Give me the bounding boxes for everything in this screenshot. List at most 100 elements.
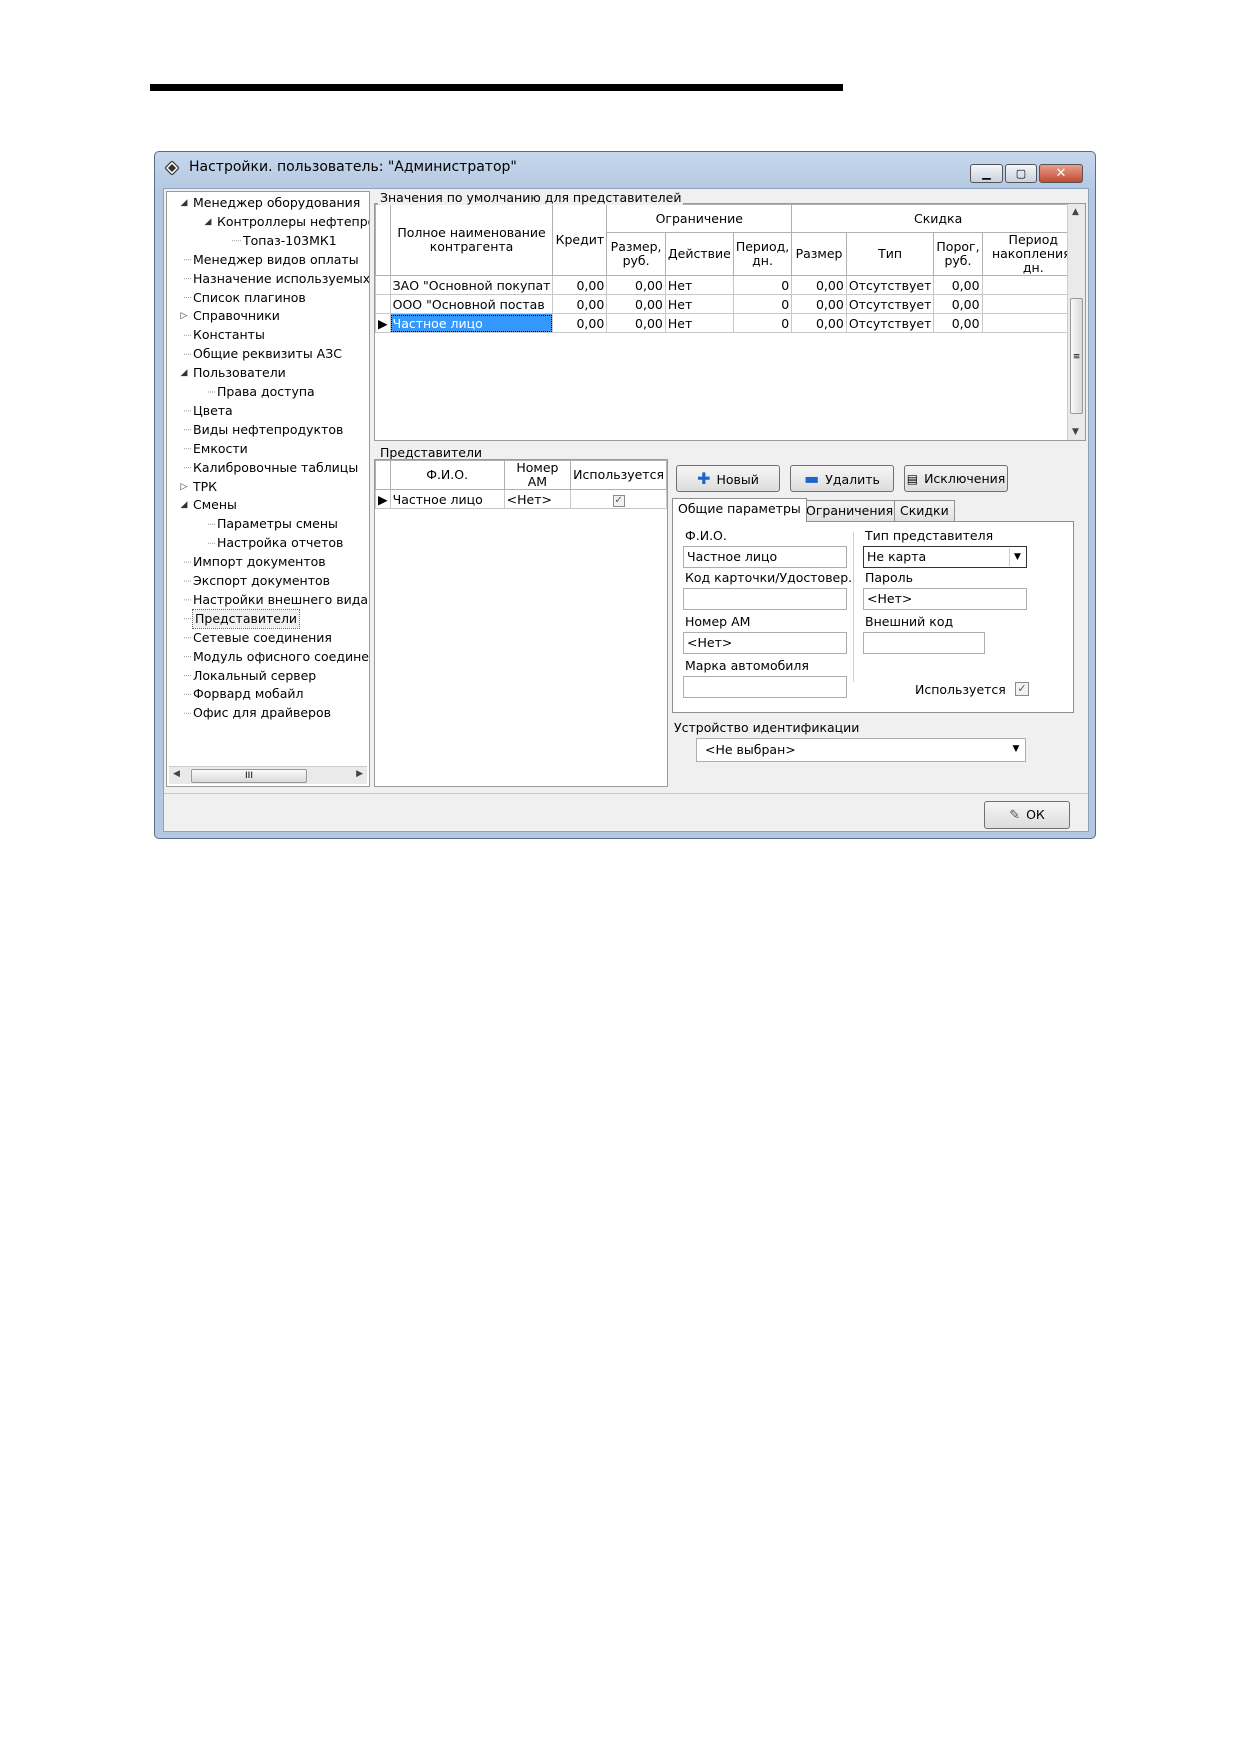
maximize-button[interactable]: ▢: [1005, 164, 1037, 183]
cell-credit[interactable]: 0,00: [552, 313, 608, 333]
tree-item-label: Топаз-103МК1: [243, 232, 337, 248]
delete-button[interactable]: ▬ Удалить: [790, 465, 894, 492]
col-header-name[interactable]: Полное наименование контрагента: [389, 204, 554, 276]
col-header-limit-size[interactable]: Размер, руб.: [606, 232, 666, 276]
car-number-field[interactable]: <Нет>: [683, 632, 847, 654]
table-row[interactable]: ООО "Основной постав 0,00 0,00 Нет 0 0,00 Отсу…: [375, 294, 1086, 314]
col-header-used[interactable]: Используется: [570, 460, 667, 490]
col-header-limit-period[interactable]: Период, дн.: [732, 232, 793, 276]
defaults-group-label: Значения по умолчанию для представителей: [378, 190, 684, 205]
tree-item-label: Общие реквизиты АЗС: [193, 346, 342, 362]
tree-item-label: Назначение используемых: [193, 270, 370, 286]
title-bar[interactable]: Настройки. пользователь: "Администратор"…: [155, 152, 1095, 184]
cell-disc-type[interactable]: Отсутствует: [845, 313, 935, 333]
defaults-grid[interactable]: Полное наименование контрагента Кредит О…: [374, 203, 1086, 441]
close-icon: ✕: [1055, 166, 1067, 181]
ok-button[interactable]: ✎ ОК: [984, 801, 1070, 829]
cell-fio[interactable]: Частное лицо: [389, 489, 505, 509]
cell-disc-threshold[interactable]: 0,00: [933, 294, 983, 314]
cell-limit-size[interactable]: 0,00: [606, 275, 666, 295]
tab-discounts[interactable]: Скидки: [894, 500, 955, 522]
settings-tree[interactable]: ◢ Менеджер оборудования ◢ Контроллеры нефте…: [166, 191, 370, 787]
cell-disc-size[interactable]: 0,00: [791, 313, 847, 333]
table-row[interactable]: ▶ Частное лицо 0,00 0,00 Нет 0 0,00 Отсутствует…: [375, 313, 1086, 333]
col-header-credit[interactable]: Кредит: [552, 204, 608, 276]
cell-limit-action[interactable]: Нет: [664, 275, 734, 295]
cell-name[interactable]: ЗАО "Основной покупат: [389, 275, 554, 295]
card-code-label: Код карточки/Удостовер.: [685, 570, 853, 585]
cell-disc-size[interactable]: 0,00: [791, 275, 847, 295]
col-header-disc-type[interactable]: Тип: [845, 232, 935, 276]
new-button[interactable]: ✚ Новый: [676, 465, 780, 492]
rep-type-value: Не карта: [867, 549, 927, 564]
external-code-label: Внешний код: [865, 614, 954, 629]
fio-field[interactable]: Частное лицо: [683, 546, 847, 568]
scroll-right-icon[interactable]: ▶: [356, 769, 363, 779]
tree-expanded-icon[interactable]: ◢: [203, 213, 213, 231]
tree-item-label: Список плагинов: [193, 289, 306, 305]
current-row-arrow-icon: ▶: [375, 489, 391, 509]
scroll-left-icon[interactable]: ◀: [173, 769, 180, 779]
cell-disc-type[interactable]: Отсутствует: [845, 294, 935, 314]
cell-limit-size[interactable]: 0,00: [606, 294, 666, 314]
card-code-field[interactable]: [683, 588, 847, 610]
tab-limits[interactable]: Ограничения: [800, 500, 900, 522]
scroll-up-icon[interactable]: ▲: [1072, 207, 1079, 217]
used-checkbox[interactable]: ✓: [1015, 682, 1029, 696]
tree-collapsed-icon[interactable]: ▷: [179, 307, 189, 325]
cell-limit-period[interactable]: 0: [732, 275, 793, 295]
table-row[interactable]: ▶ Частное лицо <Нет> ✓: [375, 489, 667, 509]
cell-name[interactable]: Частное лицо: [389, 313, 554, 333]
tree-expanded-icon[interactable]: ◢: [179, 194, 189, 212]
col-header-disc-threshold[interactable]: Порог, руб.: [933, 232, 983, 276]
cell-credit[interactable]: 0,00: [552, 294, 608, 314]
cell-disc-threshold[interactable]: 0,00: [933, 313, 983, 333]
cell-disc-threshold[interactable]: 0,00: [933, 275, 983, 295]
rep-type-select[interactable]: Не карта ▼: [863, 546, 1027, 568]
table-row[interactable]: ЗАО "Основной покупат 0,00 0,00 Нет 0 0,00 Отс…: [375, 275, 1086, 295]
cell-limit-action[interactable]: Нет: [664, 313, 734, 333]
tree-item-label: Менеджер оборудования: [193, 195, 361, 210]
tree-item-label: Виды нефтепродуктов: [193, 421, 344, 437]
cell-name[interactable]: ООО "Основной постав: [389, 294, 554, 314]
tree-collapsed-icon[interactable]: ▷: [179, 478, 189, 496]
defaults-scroll-thumb[interactable]: ≡: [1070, 298, 1083, 414]
cell-car-number[interactable]: <Нет>: [503, 489, 572, 509]
cell-disc-size[interactable]: 0,00: [791, 294, 847, 314]
cell-credit[interactable]: 0,00: [552, 275, 608, 295]
footer-divider: [164, 793, 1088, 794]
close-button[interactable]: ✕: [1039, 164, 1083, 183]
col-header-fio[interactable]: Ф.И.О.: [389, 460, 505, 490]
general-tab-panel: Ф.И.О. Частное лицо Код карточки/Удостов…: [672, 521, 1074, 713]
col-header-disc-size[interactable]: Размер: [791, 232, 847, 276]
tree-expanded-icon[interactable]: ◢: [179, 496, 189, 514]
car-brand-field[interactable]: [683, 676, 847, 698]
col-header-car-number[interactable]: Номер АМ: [503, 460, 572, 490]
header-indicator: [375, 204, 391, 276]
external-code-field[interactable]: [863, 632, 985, 654]
defaults-vertical-scrollbar[interactable]: ▲ ≡ ▼: [1067, 204, 1085, 440]
tree-expanded-icon[interactable]: ◢: [179, 364, 189, 382]
cell-limit-size[interactable]: 0,00: [606, 313, 666, 333]
minimize-button[interactable]: ▁: [970, 164, 1003, 183]
col-group-discount: Скидка: [791, 204, 1085, 233]
cell-disc-type[interactable]: Отсутствует: [845, 275, 935, 295]
scroll-down-icon[interactable]: ▼: [1072, 427, 1079, 437]
cell-limit-period[interactable]: 0: [732, 294, 793, 314]
tree-horizontal-scrollbar[interactable]: ◀ III ▶: [169, 766, 367, 784]
chevron-down-icon[interactable]: ▼: [1009, 548, 1025, 566]
password-field[interactable]: <Нет>: [863, 588, 1027, 610]
exceptions-button[interactable]: ▤ Исключения: [904, 465, 1008, 492]
exceptions-button-label: Исключения: [924, 471, 1006, 486]
tree-scroll-thumb[interactable]: III: [191, 769, 307, 783]
chevron-down-icon[interactable]: ▼: [1008, 740, 1024, 760]
ident-device-select[interactable]: <Не выбран> ▼: [696, 738, 1026, 762]
col-header-limit-action[interactable]: Действие: [664, 232, 734, 276]
cell-limit-period[interactable]: 0: [732, 313, 793, 333]
tab-general[interactable]: Общие параметры: [672, 498, 807, 522]
representatives-grid[interactable]: Ф.И.О. Номер АМ Используется ▶ Частное ли…: [374, 459, 668, 787]
cell-used[interactable]: ✓: [570, 489, 667, 509]
cell-limit-action[interactable]: Нет: [664, 294, 734, 314]
used-checkbox[interactable]: ✓: [612, 495, 625, 507]
car-brand-label: Марка автомобиля: [685, 658, 809, 673]
